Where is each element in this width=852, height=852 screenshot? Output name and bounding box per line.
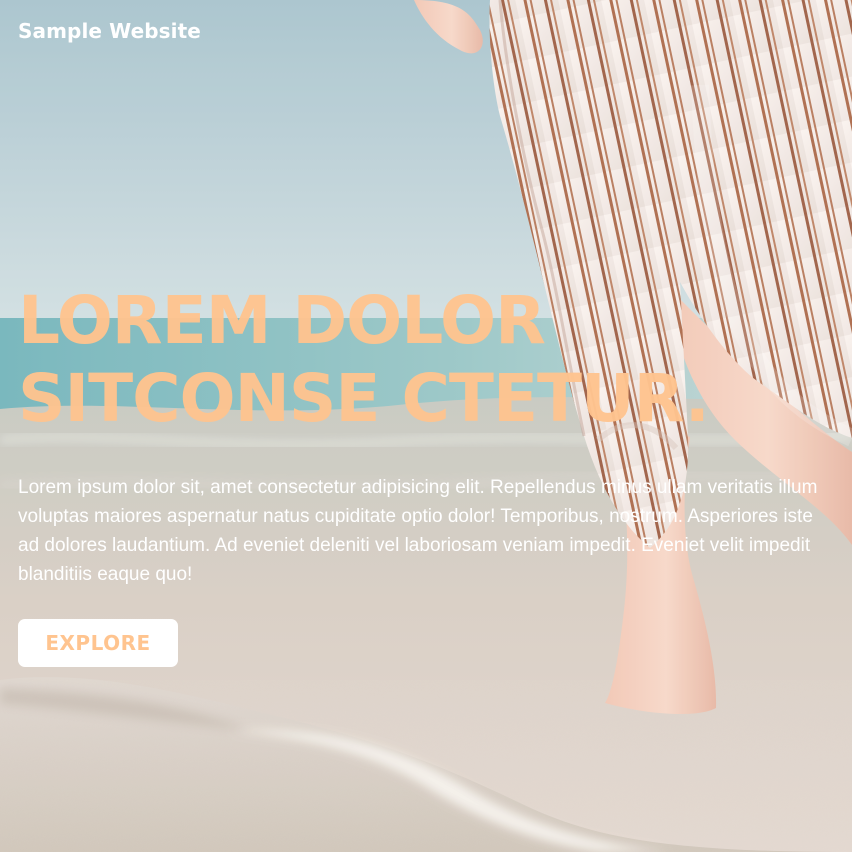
hero-headline: LOREM DOLOR SITCONSE CTETUR. — [18, 282, 838, 438]
hero-headline-line-1: LOREM DOLOR — [18, 282, 546, 359]
hero-page: Sample Website LOREM DOLOR SITCONSE CTET… — [0, 0, 852, 852]
hero-description: Lorem ipsum dolor sit, amet consectetur … — [18, 477, 818, 585]
hero-headline-line-2: SITCONSE CTETUR. — [18, 360, 710, 437]
site-title[interactable]: Sample Website — [18, 17, 201, 45]
explore-button[interactable]: EXPLORE — [18, 619, 178, 667]
